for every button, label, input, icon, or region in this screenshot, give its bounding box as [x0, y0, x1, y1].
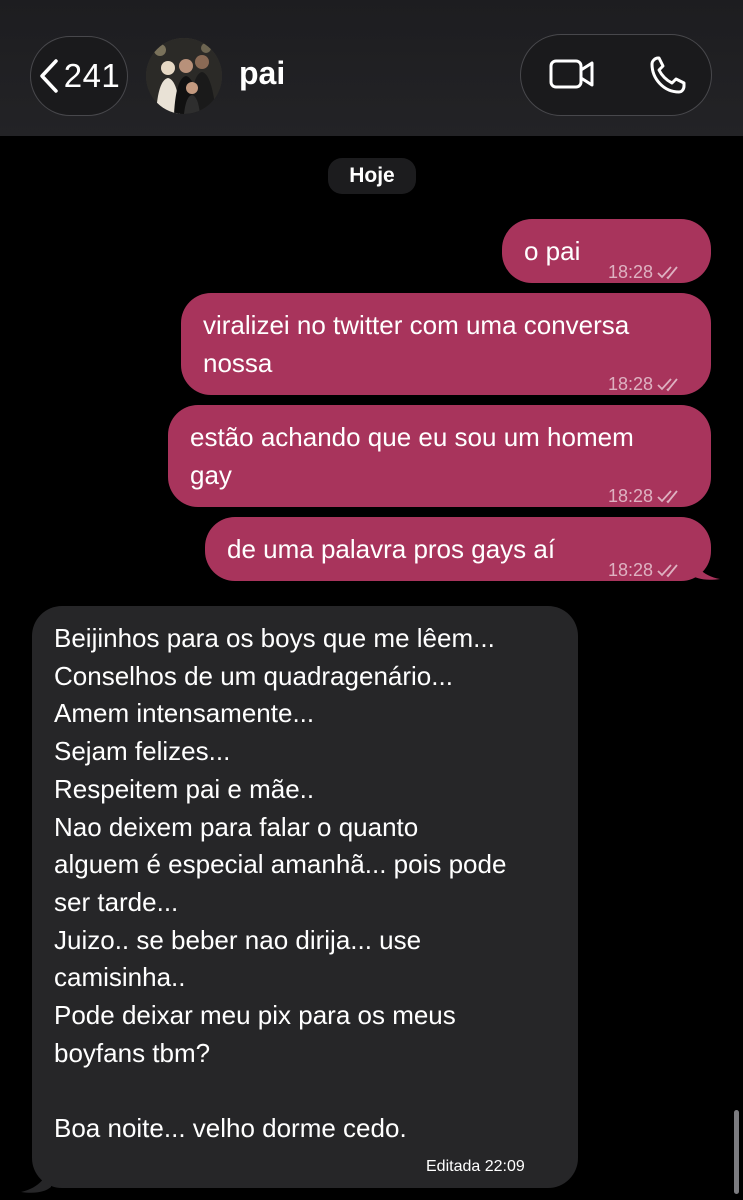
message-text: viralizei no twitter com uma conversa no…: [203, 310, 630, 378]
incoming-message[interactable]: Beijinhos para os boys que me lêem... Co…: [32, 606, 578, 1188]
back-button[interactable]: 241: [30, 36, 128, 116]
unread-count: 241: [63, 57, 121, 94]
avatar[interactable]: [146, 38, 222, 114]
message-time: 22:09: [484, 1158, 525, 1175]
chevron-left-icon: [39, 59, 58, 93]
message-text: de uma palavra pros gays aí: [227, 534, 556, 564]
message-meta: 18:28: [608, 365, 683, 403]
message-meta: 18:28: [608, 477, 683, 515]
video-camera-icon[interactable]: [549, 57, 595, 91]
outgoing-message[interactable]: o pai 18:28: [502, 219, 711, 283]
contact-name[interactable]: pai: [239, 55, 285, 92]
outgoing-message[interactable]: estão achando que eu sou um homem gay 18…: [168, 405, 711, 507]
message-text: Beijinhos para os boys que me lêem... Co…: [54, 623, 507, 1144]
double-check-icon: [657, 266, 678, 280]
message-meta: 18:28: [608, 551, 683, 589]
date-divider: Hoje: [328, 158, 416, 194]
phone-icon[interactable]: [649, 55, 687, 95]
chat-header: 241 pai: [0, 0, 743, 136]
call-actions: [520, 34, 712, 116]
message-meta: Editada 22:09: [426, 1158, 525, 1176]
scrollbar[interactable]: [734, 1110, 739, 1194]
message-text: estão achando que eu sou um homem gay: [190, 422, 634, 490]
message-time: 18:28: [608, 560, 654, 580]
message-time: 18:28: [608, 374, 654, 394]
bubble-tail: [690, 548, 720, 580]
message-meta: 18:28: [608, 253, 683, 291]
message-time: 18:28: [608, 486, 654, 506]
message-time: 18:28: [608, 262, 654, 282]
double-check-icon: [657, 490, 678, 504]
message-text: o pai: [524, 236, 581, 266]
chat-screen: 241 pai Hoje o pai 18:28 viralizei no tw…: [0, 0, 743, 1200]
double-check-icon: [657, 564, 678, 578]
outgoing-message[interactable]: de uma palavra pros gays aí 18:28: [205, 517, 711, 581]
bubble-tail: [21, 1160, 51, 1193]
double-check-icon: [657, 378, 678, 392]
edited-label: Editada: [426, 1158, 481, 1175]
outgoing-message[interactable]: viralizei no twitter com uma conversa no…: [181, 293, 711, 395]
avatar-photo: [146, 38, 222, 114]
